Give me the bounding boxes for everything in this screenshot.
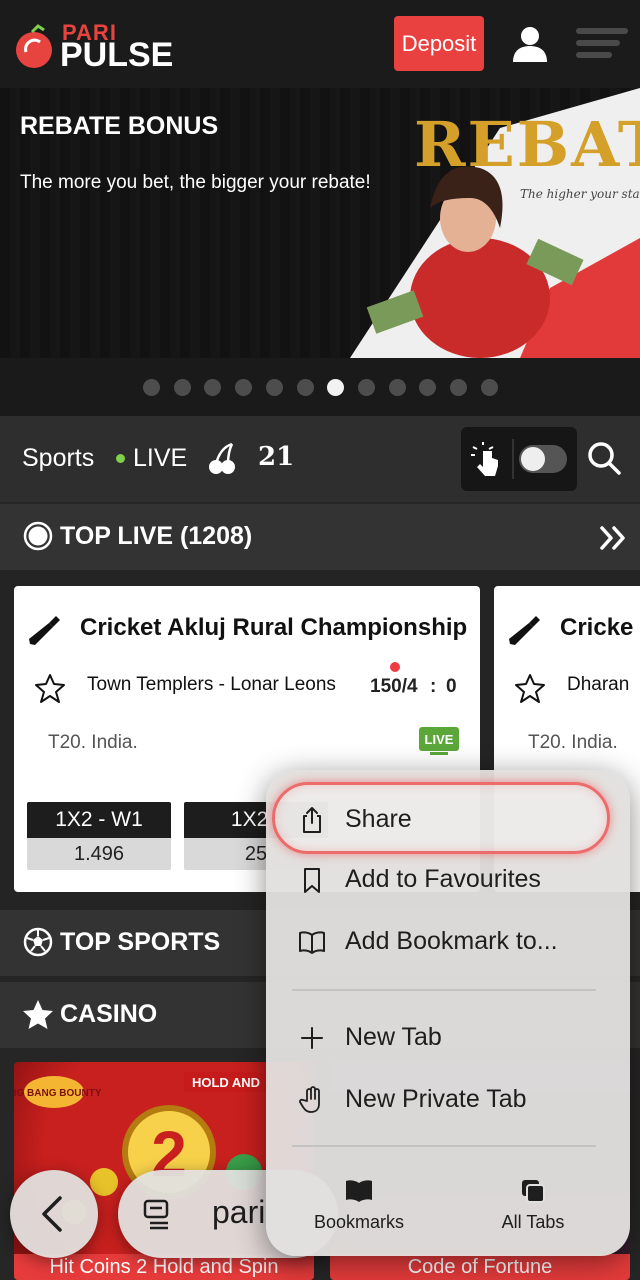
menu-item-label: New Tab [345, 1023, 442, 1051]
menu-item-label: Add Bookmark to... [345, 927, 558, 955]
banner-subtitle: The more you bet, the bigger your rebate… [20, 172, 371, 193]
site-header: PARI PULSE Deposit [0, 0, 640, 88]
carousel-dot[interactable] [327, 379, 345, 396]
page-menu-icon [143, 1199, 169, 1230]
live-indicator-dot [116, 454, 125, 463]
top-live-header[interactable]: TOP LIVE (1208) [0, 504, 640, 570]
menu-item-share[interactable]: Share [266, 790, 630, 850]
carousel-dot[interactable] [450, 379, 467, 396]
live-circle-icon [23, 521, 53, 551]
carousel-dot[interactable] [235, 379, 253, 396]
carousel-dot[interactable] [357, 379, 375, 396]
menu-separator [292, 1145, 596, 1147]
toggle-divider [512, 439, 514, 479]
score-team-b: 0 [446, 676, 457, 697]
match-teams: Dharan [567, 674, 630, 695]
menu-item-label: New Private Tab [345, 1085, 527, 1113]
live-tv-icon[interactable]: LIVE [418, 726, 460, 756]
casino-count[interactable]: 21 [258, 442, 294, 472]
deposit-button[interactable]: Deposit [394, 16, 484, 71]
address-text: pari [212, 1194, 266, 1230]
back-button[interactable] [10, 1170, 98, 1258]
banner-art-text: REBATE [414, 108, 640, 181]
odds-button[interactable]: 1X2 - W1 1.496 [27, 802, 171, 870]
menu-item-new-tab[interactable]: New Tab [266, 1008, 630, 1068]
all-tabs-button[interactable]: All Tabs [463, 1178, 603, 1238]
book-filled-icon [346, 1180, 372, 1202]
odds-value: 1.496 [27, 838, 171, 870]
match-league: T20. India. [528, 732, 618, 753]
chevron-left-icon [42, 1196, 62, 1232]
banner-art-script: The higher your stake, the larger your r… [520, 187, 640, 201]
match-title: Cricket Akluj Rural Championship [80, 614, 468, 641]
live-tab[interactable]: LIVE [116, 444, 187, 473]
score-separator: : [430, 676, 437, 697]
casino-title: CASINO [60, 1000, 158, 1028]
carousel-dot[interactable] [419, 379, 437, 396]
soccer-ball-icon [23, 927, 53, 957]
svg-text:LIVE: LIVE [425, 732, 454, 747]
share-icon [303, 807, 321, 833]
all-tabs-label: All Tabs [501, 1212, 565, 1232]
book-icon [299, 931, 325, 954]
game-art-badge: HOLD AND [192, 1075, 260, 1090]
game-title: Code of Fortune [330, 1254, 630, 1280]
logo-text-pulse: PULSE [60, 36, 174, 74]
bookmark-icon [304, 868, 320, 893]
promo-banner[interactable]: REBATE BONUS The more you bet, the bigge… [0, 88, 640, 358]
tabs-icon [522, 1180, 545, 1203]
star-outline-icon[interactable] [34, 672, 66, 704]
carousel-dot[interactable] [173, 379, 191, 396]
cricket-bat-icon [509, 616, 540, 645]
tap-pointer-icon [471, 442, 498, 476]
match-league: T20. India. [48, 732, 138, 753]
carousel-dot[interactable] [388, 379, 406, 396]
paripulse-logo[interactable]: PARI PULSE [14, 18, 194, 74]
carousel-dots [0, 358, 640, 416]
cricket-bat-icon [29, 616, 60, 645]
double-chevron-right-icon[interactable] [598, 524, 628, 552]
menu-item-label: Share [345, 805, 412, 833]
odds-label: 1X2 - W1 [27, 802, 171, 838]
hand-icon [299, 1086, 320, 1113]
menu-item-label: Add to Favourites [345, 865, 541, 893]
sports-bar: Sports LIVE 21 [0, 416, 640, 502]
menu-item-add-to-favourites[interactable]: Add to Favourites [266, 850, 630, 910]
cherry-icon[interactable] [206, 442, 238, 476]
hamburger-menu-icon[interactable] [576, 28, 628, 62]
banner-title: REBATE BONUS [20, 112, 219, 140]
one-click-bet-toggle[interactable] [519, 445, 567, 473]
carousel-dot[interactable] [296, 379, 314, 396]
carousel-dot[interactable] [265, 379, 283, 396]
match-teams: Town Templers - Lonar Leons [87, 674, 336, 695]
serving-indicator-dot [390, 662, 400, 672]
toggle-knob [521, 447, 545, 471]
menu-separator [292, 989, 596, 991]
live-tab-label: LIVE [133, 444, 188, 472]
user-icon[interactable] [510, 24, 550, 64]
carousel-dot[interactable] [204, 379, 222, 396]
one-click-bet-toggle-box [461, 427, 577, 491]
menu-item-add-bookmark[interactable]: Add Bookmark to... [266, 912, 630, 972]
top-sports-title: TOP SPORTS [60, 928, 221, 956]
search-icon[interactable] [586, 440, 622, 476]
sports-tab[interactable]: Sports [22, 444, 94, 473]
score-team-a: 150/4 [370, 676, 418, 697]
menu-item-new-private-tab[interactable]: New Private Tab [266, 1070, 630, 1130]
logo-mark-icon [16, 24, 52, 68]
bookmarks-label: Bookmarks [313, 1212, 405, 1232]
carousel-dot[interactable] [143, 379, 160, 396]
top-live-title: TOP LIVE (1208) [60, 522, 253, 550]
browser-context-menu: Share Add to Favourites Add Bookmark to.… [266, 770, 630, 1256]
match-title: Cricke [560, 614, 634, 641]
plus-icon [301, 1027, 323, 1049]
game-art-title: BIG BANG BOUNTY [14, 1088, 102, 1099]
bookmarks-button[interactable]: Bookmarks [289, 1178, 429, 1238]
star-icon [23, 1000, 53, 1029]
carousel-dot[interactable] [480, 379, 498, 396]
star-outline-icon[interactable] [514, 672, 546, 704]
